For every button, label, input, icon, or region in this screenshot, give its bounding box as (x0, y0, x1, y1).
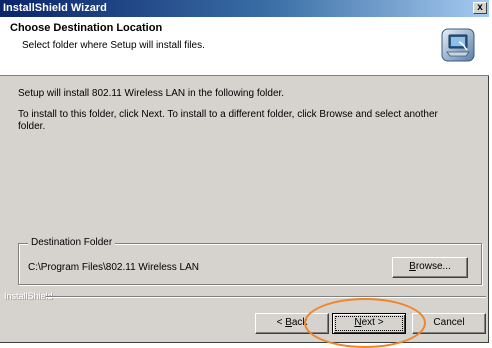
installer-window: InstallShield Wizard x Choose Destinatio… (0, 0, 489, 343)
title-bar[interactable]: InstallShield Wizard x (0, 0, 489, 17)
browse-accel: B (409, 261, 416, 272)
browse-button[interactable]: Browse... (392, 257, 468, 278)
browse-label-rest: rowse... (415, 261, 451, 272)
installer-computer-icon (441, 28, 475, 62)
install-info-text: Setup will install 802.11 Wireless LAN i… (18, 88, 285, 99)
close-icon: x (477, 2, 483, 13)
wizard-header: Choose Destination Location Select folde… (0, 17, 489, 76)
window-title: InstallShield Wizard (3, 2, 107, 14)
page-title: Choose Destination Location (10, 22, 163, 34)
close-button[interactable]: x (473, 2, 487, 14)
page-subtitle: Select folder where Setup will install f… (22, 40, 205, 51)
instruction-text: To install to this folder, click Next. T… (18, 109, 438, 132)
destination-path: C:\Program Files\802.11 Wireless LAN (28, 262, 199, 273)
footer-divider (46, 296, 486, 298)
back-accel: B (285, 317, 292, 328)
destination-folder-label: Destination Folder (28, 237, 116, 248)
next-highlight-ring (304, 298, 426, 348)
back-prefix: < (276, 317, 286, 328)
